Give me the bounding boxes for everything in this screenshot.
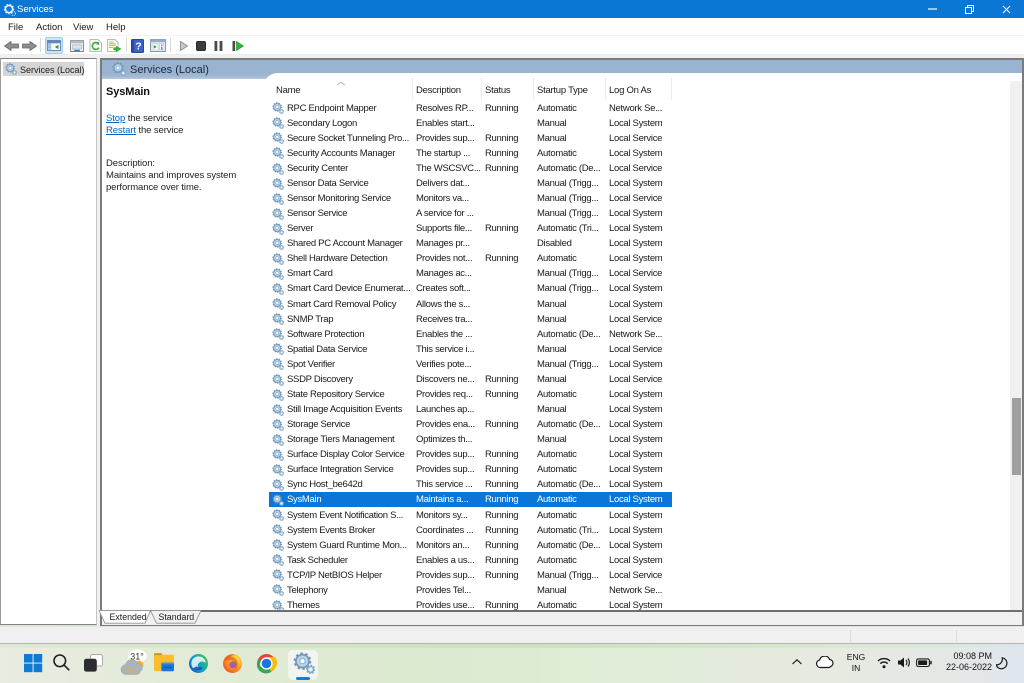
svg-text:Extended: Extended [110,612,147,622]
svg-text:?: ? [135,41,141,53]
svg-text:Standard: Standard [159,612,195,622]
